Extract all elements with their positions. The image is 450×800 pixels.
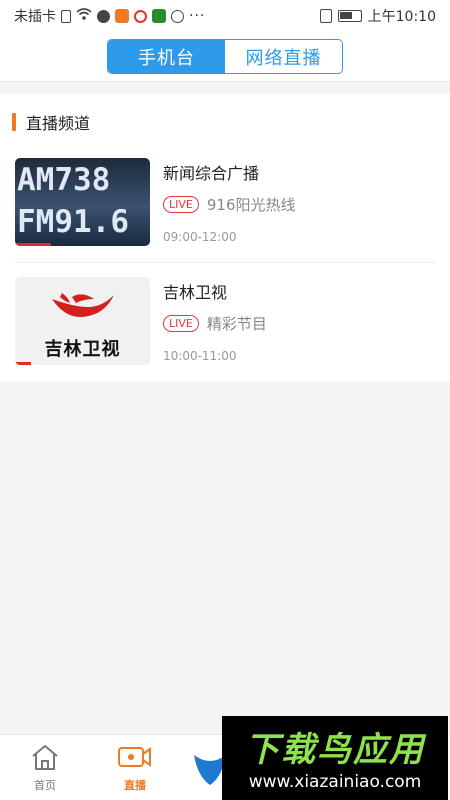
nav-live-label: 直播 <box>124 779 146 792</box>
segmented-control: 手机台 网络直播 <box>107 39 343 74</box>
watermark-url: www.xiazainiao.com <box>248 772 422 792</box>
live-badge: LIVE <box>163 315 199 332</box>
live-row: LIVE 精彩节目 <box>163 313 267 334</box>
more-notifications-icon: ··· <box>189 8 206 24</box>
tab-web-live[interactable]: 网络直播 <box>225 40 342 73</box>
notification-app-icon <box>152 9 166 23</box>
tab-header: 手机台 网络直播 <box>0 32 450 82</box>
notification-app-icon <box>134 9 147 23</box>
watermark: 下载鸟应用 www.xiazainiao.com <box>222 716 448 800</box>
live-badge: LIVE <box>163 196 199 213</box>
tab-mobile-station[interactable]: 手机台 <box>108 40 225 73</box>
carrier-text: 未插卡 <box>14 9 56 25</box>
thumbnail-text: 吉林卫视 <box>44 339 121 360</box>
channel-thumbnail: 吉林卫视 <box>15 277 150 365</box>
playback-progress <box>15 243 52 246</box>
vibrate-icon <box>319 9 332 23</box>
sim-icon <box>61 9 71 23</box>
program-name: 916阳光热线 <box>206 196 296 214</box>
status-bar: 未插卡 ··· 上午10:10 <box>0 0 450 32</box>
program-name: 精彩节目 <box>206 315 267 333</box>
nav-home[interactable]: 首页 <box>15 743 75 793</box>
channel-item[interactable]: AM738 FM91.6 新闻综合广播 LIVE 916阳光热线 09:00-1… <box>15 158 435 248</box>
notification-app-icon <box>171 9 184 23</box>
section-header: 直播频道 <box>12 110 90 134</box>
battery-icon <box>337 10 362 22</box>
video-camera-icon <box>117 747 153 775</box>
channel-title: 吉林卫视 <box>163 283 228 302</box>
thumbnail-text: FM91.6 <box>17 204 129 240</box>
clock-text: 上午10:10 <box>367 9 436 25</box>
home-icon <box>30 744 60 775</box>
channel-list-panel: 直播频道 AM738 FM91.6 新闻综合广播 LIVE 916阳光热线 09… <box>0 94 450 382</box>
live-row: LIVE 916阳光热线 <box>163 194 296 215</box>
program-time: 09:00-12:00 <box>163 230 237 244</box>
channel-title: 新闻综合广播 <box>163 164 260 183</box>
watermark-title: 下载鸟应用 <box>245 730 425 770</box>
divider <box>15 262 435 263</box>
program-time: 10:00-11:00 <box>163 349 237 363</box>
notification-app-icon <box>97 9 110 23</box>
nav-home-label: 首页 <box>34 779 56 792</box>
playback-progress <box>15 362 32 365</box>
section-title: 直播频道 <box>26 114 91 133</box>
section-accent-bar <box>12 113 16 131</box>
wifi-icon <box>76 7 92 25</box>
nav-live[interactable]: 直播 <box>105 743 165 793</box>
channel-item[interactable]: 吉林卫视 吉林卫视 LIVE 精彩节目 10:00-11:00 <box>15 277 435 367</box>
jilin-tv-logo-icon <box>48 289 118 333</box>
notification-app-icon <box>115 9 129 23</box>
channel-thumbnail: AM738 FM91.6 <box>15 158 150 246</box>
thumbnail-text: AM738 <box>17 162 111 198</box>
